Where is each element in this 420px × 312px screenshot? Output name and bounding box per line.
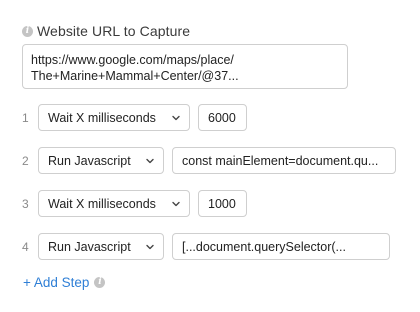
add-step-label: + Add Step xyxy=(23,275,90,290)
step-action-value: Wait X milliseconds xyxy=(48,196,156,211)
url-line-2: The+Marine+Mammal+Center/@37... xyxy=(31,69,239,83)
step-number: 3 xyxy=(22,196,29,211)
step-action-value: Wait X milliseconds xyxy=(48,110,156,125)
step-action-value: Run Javascript xyxy=(48,239,131,254)
step-action-select[interactable]: Wait X milliseconds xyxy=(38,104,190,131)
step-value-input[interactable]: [...document.querySelector(... xyxy=(172,233,390,260)
info-icon: i xyxy=(94,277,106,288)
chevron-down-icon xyxy=(172,115,180,120)
chevron-down-icon xyxy=(146,244,154,249)
url-line-1: https://www.google.com/maps/place/ xyxy=(31,53,234,67)
step-row-4: 4 Run Javascript [...document.querySelec… xyxy=(22,233,390,260)
step-number: 2 xyxy=(22,153,29,168)
step-action-select[interactable]: Run Javascript xyxy=(38,233,164,260)
step-value-input[interactable]: const mainElement=document.qu... xyxy=(172,147,396,174)
chevron-down-icon xyxy=(172,201,180,206)
chevron-down-icon xyxy=(146,158,154,163)
add-step-button[interactable]: + Add Step i xyxy=(23,275,106,290)
step-number: 4 xyxy=(22,239,29,254)
url-field-label-row: i Website URL to Capture xyxy=(22,22,190,40)
step-action-value: Run Javascript xyxy=(48,153,131,168)
step-action-select[interactable]: Wait X milliseconds xyxy=(38,190,190,217)
step-row-1: 1 Wait X milliseconds 6000 xyxy=(22,104,247,131)
url-input[interactable]: https://www.google.com/maps/place/ The+M… xyxy=(22,44,348,89)
step-action-select[interactable]: Run Javascript xyxy=(38,147,164,174)
step-row-2: 2 Run Javascript const mainElement=docum… xyxy=(22,147,396,174)
step-number: 1 xyxy=(22,110,29,125)
url-field-label: Website URL to Capture xyxy=(37,23,191,39)
step-value-input[interactable]: 6000 xyxy=(198,104,247,131)
step-row-3: 3 Wait X milliseconds 1000 xyxy=(22,190,247,217)
info-icon: i xyxy=(22,25,33,37)
step-value-input[interactable]: 1000 xyxy=(198,190,247,217)
